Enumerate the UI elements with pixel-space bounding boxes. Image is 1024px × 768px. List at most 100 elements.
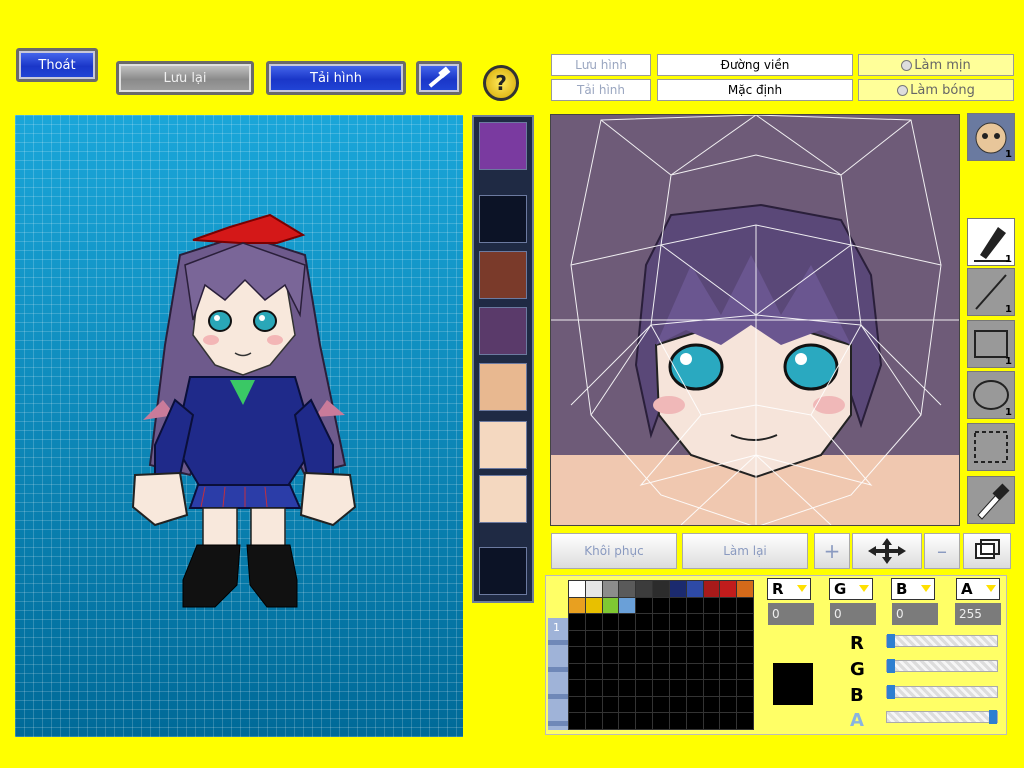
red-channel-header[interactable]: R [767,578,811,600]
color-swatch[interactable] [584,679,603,697]
color-swatch[interactable] [685,629,704,648]
color-swatch[interactable] [568,596,586,615]
slot-empty-2[interactable] [479,547,527,595]
color-swatch[interactable] [736,695,754,714]
color-swatch[interactable] [719,596,738,615]
zoom-in-button[interactable]: + [814,533,850,569]
color-swatch[interactable] [702,580,721,598]
palette-tabs[interactable]: 1 [548,618,568,730]
color-swatch[interactable] [719,629,738,648]
texture-editor-canvas[interactable] [550,114,960,526]
color-swatch[interactable] [618,712,637,730]
color-swatch[interactable] [568,712,586,730]
color-swatch[interactable] [601,596,620,615]
color-swatch[interactable] [601,662,620,681]
blue-value-field[interactable]: 0 [892,603,938,625]
color-swatch[interactable] [668,596,687,615]
green-slider-thumb[interactable] [887,659,895,673]
color-swatch[interactable] [584,646,603,664]
color-swatch[interactable] [702,712,721,730]
color-swatch[interactable] [685,662,704,681]
color-swatch[interactable] [584,613,603,631]
color-swatch[interactable] [635,629,654,648]
alpha-channel-header[interactable]: A [956,578,1000,600]
color-swatch[interactable] [668,629,687,648]
face-preview-thumb[interactable]: 1 [967,113,1015,161]
color-swatch[interactable] [702,629,721,648]
color-swatch[interactable] [668,679,687,697]
reload-button[interactable]: Tải hình [266,61,406,95]
slot-hair[interactable] [479,307,527,355]
color-swatch[interactable] [685,679,704,697]
color-swatch[interactable] [635,646,654,664]
color-swatch[interactable] [601,679,620,697]
layers-button[interactable] [963,533,1011,569]
color-swatch[interactable] [736,712,754,730]
color-swatch[interactable] [668,646,687,664]
green-channel-header[interactable]: G [829,578,873,600]
color-swatch[interactable] [618,695,637,714]
color-swatch[interactable] [601,712,620,730]
color-swatch[interactable] [652,712,670,730]
color-swatch[interactable] [601,695,620,714]
color-swatch[interactable] [736,580,754,598]
ellipse-tool[interactable]: 1 [967,371,1015,419]
selection-tool[interactable] [967,423,1015,471]
alpha-slider-thumb[interactable] [989,710,997,724]
color-swatch[interactable] [601,629,620,648]
move-button[interactable] [852,533,922,569]
color-swatch[interactable] [601,613,620,631]
color-swatch[interactable] [568,695,586,714]
slot-empty-1[interactable] [479,195,527,243]
smooth-option[interactable]: Làm mịn [858,54,1014,76]
color-swatch[interactable] [702,596,721,615]
redo-button[interactable]: Làm lại [682,533,808,569]
color-swatch[interactable] [719,662,738,681]
color-swatch[interactable] [685,580,704,598]
color-swatch[interactable] [568,662,586,681]
slot-dragon[interactable] [479,251,527,299]
eyedropper-tool[interactable] [967,476,1015,524]
color-swatch[interactable] [618,679,637,697]
red-value-field[interactable]: 0 [768,603,814,625]
color-swatch[interactable] [736,596,754,615]
line-tool[interactable]: 1 [967,268,1015,316]
color-swatch[interactable] [652,662,670,681]
load-image-button[interactable]: Tải hình [551,79,651,101]
color-swatch[interactable] [568,679,586,697]
color-swatch[interactable] [618,662,637,681]
restore-button[interactable]: Khôi phục [551,533,677,569]
color-swatch[interactable] [635,679,654,697]
color-swatch[interactable] [702,646,721,664]
color-swatch[interactable] [652,596,670,615]
color-swatch[interactable] [635,596,654,615]
shade-option[interactable]: Làm bóng [858,79,1014,101]
color-swatch[interactable] [584,596,603,615]
color-swatch[interactable] [601,646,620,664]
color-swatch[interactable] [736,646,754,664]
blue-slider-thumb[interactable] [887,685,895,699]
color-swatch[interactable] [685,646,704,664]
color-swatch[interactable] [618,596,637,615]
blue-slider[interactable] [886,685,998,699]
color-swatch[interactable] [652,613,670,631]
slot-skin-1[interactable] [479,421,527,469]
color-swatch[interactable] [668,695,687,714]
color-swatch[interactable] [568,613,586,631]
color-swatch[interactable] [618,613,637,631]
color-swatch[interactable] [635,662,654,681]
color-swatch[interactable] [618,646,637,664]
color-swatch[interactable] [668,662,687,681]
outline-button[interactable]: Đường viền [657,54,853,76]
color-swatch[interactable] [668,613,687,631]
color-swatch[interactable] [652,580,670,598]
color-swatch[interactable] [568,646,586,664]
color-swatch[interactable] [568,629,586,648]
color-swatch[interactable] [652,646,670,664]
alpha-value-field[interactable]: 255 [955,603,1001,625]
slot-helmet[interactable] [479,122,527,170]
color-swatch[interactable] [685,596,704,615]
color-swatch[interactable] [668,712,687,730]
slot-skin-2[interactable] [479,475,527,523]
color-swatch[interactable] [685,712,704,730]
